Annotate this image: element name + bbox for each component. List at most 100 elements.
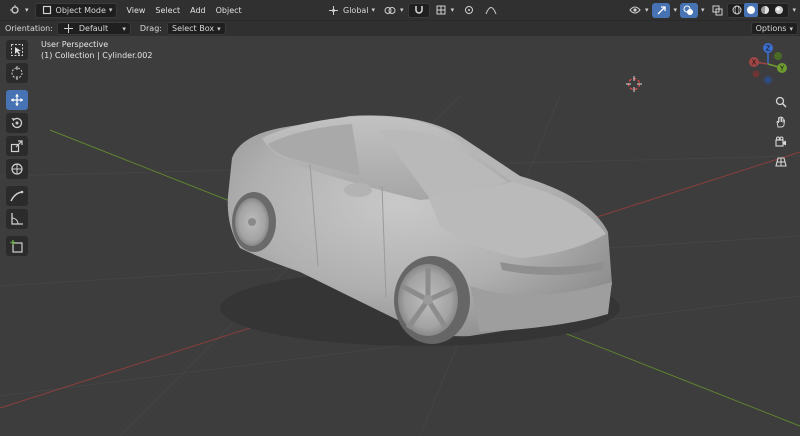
snap-grid-icon [434,3,448,17]
zoom-icon [775,96,787,108]
snap-target-select[interactable]: ▾ [430,3,459,18]
chevron-down-icon: ▾ [122,24,126,33]
object-mode-icon [40,3,54,17]
pivot-icon [383,3,397,17]
front-wheel [394,256,470,344]
grid-icon [775,157,787,167]
chevron-down-icon[interactable]: ▾ [792,6,796,14]
drag-caption: Drag: [139,24,162,33]
overlay-toggle[interactable] [679,2,698,18]
camera-view-button[interactable] [772,133,790,151]
navigation-gizmo[interactable]: Z Y X [744,40,792,88]
chevron-down-icon[interactable]: ▾ [673,6,677,14]
viewport-scene [0,76,800,436]
rendered-shading-icon[interactable] [772,3,786,17]
cursor-icon [11,66,23,80]
shading-mode-group [727,2,790,18]
chevron-down-icon: ▾ [108,6,113,14]
perspective-toggle-button[interactable] [772,153,790,171]
viewport-header: ▾ Object Mode ▾ View Select Add Object G… [0,0,800,20]
editor-type-button[interactable]: ▾ [4,3,33,18]
measure-tool[interactable] [6,209,28,229]
orientation-icon [326,3,340,17]
chevron-down-icon: ▾ [217,24,221,33]
orientation-default-icon [62,22,76,36]
chevron-down-icon: ▾ [789,24,793,33]
solid-shading-icon[interactable] [744,3,759,17]
transform-icon [11,163,23,175]
chevron-down-icon: ▾ [450,6,455,14]
measure-icon [11,213,23,225]
select-box-tool[interactable] [6,40,28,60]
xray-icon [710,3,724,17]
gizmo-toggle[interactable] [652,2,671,18]
falloff-curve-icon [484,3,498,17]
view-name: User Perspective [41,40,109,49]
rear-wheel [232,192,276,252]
gizmo-icon [654,3,668,17]
orientation-select[interactable]: Default ▾ [56,22,131,36]
3d-cursor [626,76,642,92]
collection-info: (1) Collection | Cylinder.002 [41,51,153,60]
chevron-down-icon[interactable]: ▾ [701,6,705,14]
overlay-icon [682,3,696,17]
chevron-down-icon: ▾ [371,6,376,14]
annotate-tool[interactable] [6,186,28,206]
mode-label: Object Mode [55,5,106,15]
chevron-down-icon: ▾ [400,6,404,14]
rotate-icon [11,117,23,129]
material-shading-icon[interactable] [758,3,772,17]
car-model [220,115,620,346]
proportional-edit-icon [462,3,476,17]
hand-icon [776,116,785,128]
wireframe-shading-icon[interactable] [730,3,744,17]
menu-object[interactable]: Object [211,3,247,18]
mode-select[interactable]: Object Mode ▾ [34,2,118,18]
move-icon [11,94,23,106]
snap-toggle[interactable] [407,2,430,18]
add-cube-icon [10,240,23,253]
tool-shelf [6,40,30,259]
zoom-button[interactable] [772,93,790,111]
scale-tool[interactable] [6,136,28,156]
editor-type-icon [8,3,22,17]
navigation-controls [772,93,790,173]
magnet-icon [412,3,426,17]
add-cube-tool[interactable] [6,236,28,256]
xray-toggle[interactable] [707,3,727,18]
orientation-value: Default [78,24,109,33]
pivot-point-select[interactable]: ▾ [379,3,408,18]
tool-settings-bar: Orientation: Default ▾ Drag: Select Box … [0,20,800,36]
orientation-caption: Orientation: [5,24,53,33]
menu-select[interactable]: Select [150,3,185,18]
falloff-select[interactable] [480,3,502,18]
gizmo-z-label: Z [766,45,771,53]
options-button[interactable]: Options ▾ [750,22,798,35]
3d-viewport[interactable]: User Perspective (1) Collection | Cylind… [0,36,800,436]
transform-orientation-select[interactable]: Global ▾ [322,3,379,18]
drag-select[interactable]: Select Box ▾ [166,22,226,35]
camera-icon [775,136,786,147]
move-tool[interactable] [6,90,28,110]
gizmo-y-label: Y [779,65,785,73]
scale-icon [10,140,23,153]
gizmo-x-label: X [752,59,757,67]
options-label: Options [755,24,787,33]
drag-value: Select Box [171,24,215,33]
visibility-icon [628,3,642,17]
chevron-down-icon: ▾ [644,6,649,14]
transform-tool[interactable] [6,159,28,179]
menu-add[interactable]: Add [185,3,211,18]
header-menus: View Select Add Object [121,3,246,18]
rotate-tool[interactable] [6,113,28,133]
proportional-edit-toggle[interactable] [458,3,480,18]
pan-button[interactable] [772,113,790,131]
select-box-icon [11,44,23,56]
cursor-tool[interactable] [6,63,28,83]
annotate-icon [10,190,24,202]
orientation-label: Global [343,5,369,15]
menu-view[interactable]: View [121,3,150,18]
header-right-controls: ▾ ▾ ▾ ▾ [624,2,796,18]
visibility-select[interactable]: ▾ [624,3,653,18]
transform-controls: Global ▾ ▾ ▾ [322,2,502,18]
